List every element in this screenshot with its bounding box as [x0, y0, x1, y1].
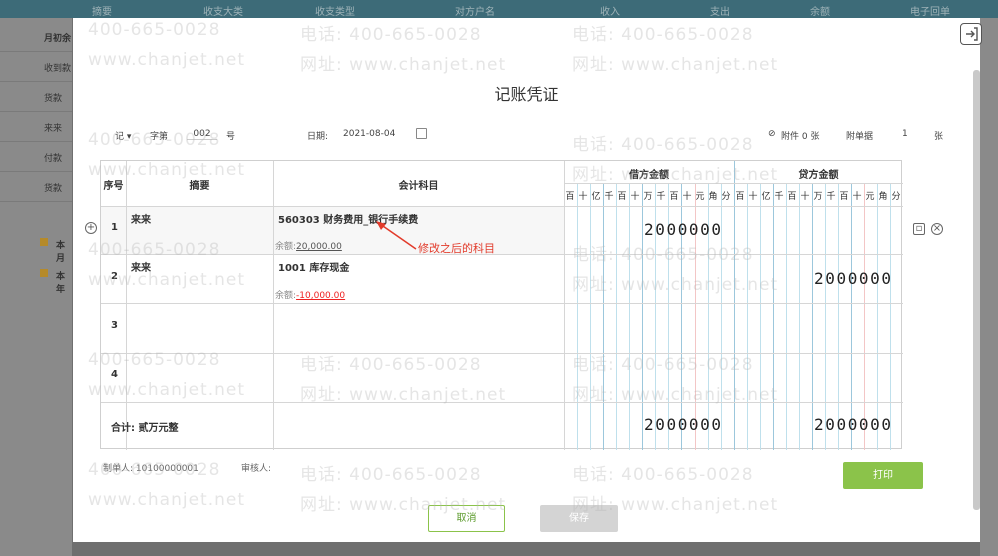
row-seq: 1: [111, 222, 118, 233]
col-credit-header: 贷方金额: [798, 170, 839, 181]
chevron-down-icon: ▾: [126, 132, 132, 142]
annotation-arrow-icon: [376, 221, 417, 250]
copy-row-icon[interactable]: ▫: [913, 223, 925, 235]
date-input[interactable]: 2021-08-04: [343, 129, 395, 139]
col-seq-header: 序号: [103, 181, 124, 192]
delete-row-icon[interactable]: ×: [931, 223, 943, 235]
total-debit-amount: 2000000: [644, 415, 723, 434]
digit-unit-header: 百: [617, 192, 627, 202]
digit-unit-header: 亿: [761, 192, 771, 202]
voucher-word-select[interactable]: 记 ▾: [115, 129, 131, 142]
row-account[interactable]: 1001 库存现金: [278, 259, 349, 274]
row-balance: 余额:20,000.00: [275, 242, 342, 252]
total-label: 合计: 贰万元整: [111, 423, 179, 434]
digit-unit-header: 百: [565, 192, 575, 202]
bg-col-balance: 余额: [810, 7, 830, 18]
digit-unit-header: 分: [891, 192, 901, 202]
digit-unit-header: 元: [865, 192, 875, 202]
row-balance: 余额:-10,000.00: [275, 291, 346, 301]
background-sidebar: 月初余 收到款 货款 来来 付款 货款 本月 本年: [0, 18, 72, 556]
bg-row-label: 月初余: [0, 22, 72, 52]
col-account-header: 会计科目: [398, 181, 439, 192]
digit-unit-header: 十: [578, 192, 588, 202]
bg-col-receipt: 电子回单: [910, 7, 950, 18]
add-row-icon[interactable]: +: [85, 222, 97, 234]
calendar-icon[interactable]: [416, 128, 427, 139]
annotation-label: 修改之后的科目: [418, 242, 495, 255]
voucher-table: 序号 摘要 会计科目 借方金额 贷方金额 百十亿千百十万千百十元角分 百十亿千百…: [100, 160, 903, 450]
save-button[interactable]: 保存: [540, 505, 618, 532]
extra-docs-input[interactable]: 1: [902, 129, 908, 139]
total-credit-amount: 2000000: [814, 415, 893, 434]
bg-row-label: 收到款: [0, 52, 72, 82]
col-summary-header: 摘要: [189, 181, 210, 192]
row-seq: 3: [111, 320, 118, 331]
digit-unit-header: 千: [604, 192, 614, 202]
digit-unit-header: 亿: [591, 192, 601, 202]
digit-unit-header: 百: [735, 192, 745, 202]
digit-unit-header: 百: [787, 192, 797, 202]
bg-group-label: 本年: [56, 272, 66, 295]
bg-col-account-name: 对方户名: [455, 7, 495, 18]
digit-unit-header: 分: [721, 192, 731, 202]
date-label: 日期:: [307, 132, 329, 142]
background-header-bar: 摘要 收支大类 收支类型 对方户名 收入 支出 余额 电子回单: [0, 0, 998, 18]
digit-unit-header: 角: [708, 192, 718, 202]
digit-unit-header: 万: [643, 192, 653, 202]
digit-unit-header: 十: [852, 192, 862, 202]
cancel-button[interactable]: 取消: [428, 505, 505, 532]
extra-docs-suffix: 张: [934, 132, 944, 142]
exit-icon[interactable]: [960, 23, 982, 45]
row-summary[interactable]: 来来: [131, 259, 151, 274]
preparer-label: 制单人: 10100000001: [103, 464, 199, 474]
bg-row-label: 货款: [0, 82, 72, 112]
extra-docs-label: 附单据: [846, 132, 874, 142]
digit-unit-header: 十: [682, 192, 692, 202]
row-seq: 2: [111, 271, 118, 282]
row-debit-amount[interactable]: 2000000: [644, 220, 723, 239]
row-seq: 4: [111, 369, 118, 380]
bg-row-label: 货款: [0, 172, 72, 202]
digit-unit-header: 十: [630, 192, 640, 202]
paperclip-icon: ⊘: [768, 129, 776, 139]
digit-unit-header: 百: [669, 192, 679, 202]
digit-unit-header: 元: [695, 192, 705, 202]
reviewer-label: 审核人:: [241, 464, 272, 474]
number-label: 字第: [150, 132, 169, 142]
bg-col-income: 收入: [600, 7, 620, 18]
bg-row-label: 来来: [0, 112, 72, 142]
dialog-title: 记账凭证: [494, 85, 559, 104]
digit-unit-header: 千: [656, 192, 666, 202]
bg-col-category: 收支大类: [203, 7, 243, 18]
dialog-scrollbar[interactable]: [973, 70, 980, 510]
digit-unit-header: 百: [839, 192, 849, 202]
number-suffix: 号: [226, 132, 236, 142]
bg-row-label: 付款: [0, 142, 72, 172]
bg-col-summary: 摘要: [92, 7, 112, 18]
bg-col-type: 收支类型: [315, 7, 355, 18]
row-credit-amount[interactable]: 2000000: [814, 269, 893, 288]
digit-unit-header: 千: [826, 192, 836, 202]
row-summary[interactable]: 来来: [131, 211, 151, 226]
bg-col-expense: 支出: [710, 7, 730, 18]
digit-unit-header: 角: [878, 192, 888, 202]
col-debit-header: 借方金额: [629, 170, 669, 181]
digit-unit-header: 万: [813, 192, 823, 202]
digit-unit-header: 十: [748, 192, 758, 202]
voucher-number-input[interactable]: 002: [187, 129, 217, 140]
print-button[interactable]: 打印: [843, 462, 923, 489]
bg-group-label: 本月: [56, 241, 66, 264]
digit-unit-header: 十: [800, 192, 810, 202]
background-right-strip: [980, 18, 998, 556]
attachment-count[interactable]: 附件 0 张: [781, 129, 819, 142]
digit-unit-header: 千: [774, 192, 784, 202]
